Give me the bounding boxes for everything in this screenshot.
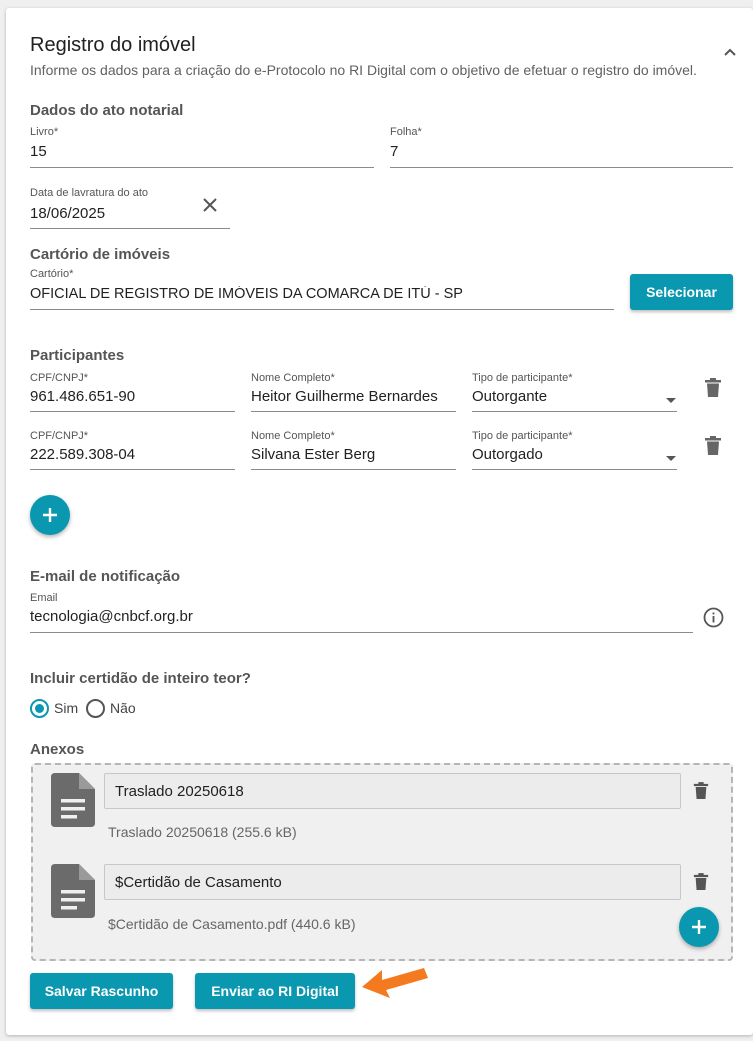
page-title: Registro do imóvel xyxy=(30,34,196,56)
cartorio-field[interactable]: Cartório* OFICIAL DE REGISTRO DE IMÓVEIS… xyxy=(30,268,614,310)
anexos-dropzone[interactable]: Traslado 20250618 Traslado 20250618 (255… xyxy=(31,763,733,961)
email-underline xyxy=(30,632,693,633)
delete-icon[interactable] xyxy=(693,782,709,800)
document-icon xyxy=(51,864,95,918)
name-value: Heitor Guilherme Bernardes xyxy=(251,388,438,405)
livro-label: Livro* xyxy=(30,126,59,138)
attachment-1-file: Traslado 20250618 (255.6 kB) xyxy=(108,824,297,840)
name-underline xyxy=(251,411,456,412)
cartorio-label: Cartório* xyxy=(30,268,74,280)
radio-nao[interactable] xyxy=(86,699,105,718)
participant-1-name-field[interactable]: Nome Completo* Heitor Guilherme Bernarde… xyxy=(251,372,456,412)
email-value: tecnologia@cnbcf.org.br xyxy=(30,608,193,625)
radio-sim-label: Sim xyxy=(54,700,79,716)
certidao-question: Incluir certidão de inteiro teor? xyxy=(30,670,251,687)
cartorio-underline xyxy=(30,309,614,310)
attachment-2-name-input[interactable]: $Certidão de Casamento xyxy=(104,864,681,900)
cartorio-value: OFICIAL DE REGISTRO DE IMÓVEIS DA COMARC… xyxy=(30,286,463,302)
delete-icon[interactable] xyxy=(704,436,722,456)
chevron-up-icon[interactable] xyxy=(720,42,740,62)
participant-2-type-select[interactable]: Tipo de participante* Outorgado xyxy=(472,430,677,470)
delete-icon[interactable] xyxy=(704,378,722,398)
name-underline xyxy=(251,469,456,470)
name-label: Nome Completo* xyxy=(251,430,335,442)
name-label: Nome Completo* xyxy=(251,372,335,384)
dropdown-arrow-icon xyxy=(665,392,677,403)
radio-nao-label: Não xyxy=(110,700,136,716)
folha-field[interactable]: Folha* 7 xyxy=(390,126,733,168)
participant-2-name-field[interactable]: Nome Completo* Silvana Ester Berg xyxy=(251,430,456,470)
cpf-underline xyxy=(30,469,235,470)
attachment-2-file: $Certidão de Casamento.pdf (440.6 kB) xyxy=(108,916,356,932)
data-lavratura-field[interactable]: Data de lavratura do ato 18/06/2025 xyxy=(30,187,230,229)
type-label: Tipo de participante* xyxy=(472,372,573,384)
data-lavratura-underline xyxy=(30,228,230,229)
add-icon xyxy=(692,920,706,934)
salvar-rascunho-button[interactable]: Salvar Rascunho xyxy=(30,973,173,1009)
cpf-value: 222.589.308-04 xyxy=(30,446,136,463)
participant-2-cpf-field[interactable]: CPF/CNPJ* 222.589.308-04 xyxy=(30,430,235,470)
page-subtitle: Informe os dados para a criação do e-Pro… xyxy=(30,62,697,78)
registro-card: Registro do imóvel Informe os dados para… xyxy=(6,8,753,1035)
participant-1-cpf-field[interactable]: CPF/CNPJ* 961.486.651-90 xyxy=(30,372,235,412)
folha-label: Folha* xyxy=(390,126,422,138)
type-underline xyxy=(472,469,677,470)
cpf-label: CPF/CNPJ* xyxy=(30,372,89,384)
type-label: Tipo de participante* xyxy=(472,430,573,442)
section-dados-ato: Dados do ato notarial xyxy=(30,102,184,119)
dropdown-arrow-icon xyxy=(665,450,677,461)
type-value: Outorgado xyxy=(472,446,543,463)
type-value: Outorgante xyxy=(472,388,548,405)
add-participant-button[interactable] xyxy=(30,495,70,535)
livro-underline xyxy=(30,167,374,168)
data-lavratura-label: Data de lavratura do ato xyxy=(30,187,149,199)
add-attachment-button[interactable] xyxy=(679,907,719,947)
selecionar-button[interactable]: Selecionar xyxy=(630,274,733,310)
arrow-annotation-icon xyxy=(358,964,430,1000)
participant-1-type-select[interactable]: Tipo de participante* Outorgante xyxy=(472,372,677,412)
folha-underline xyxy=(390,167,733,168)
section-participantes: Participantes xyxy=(30,347,125,364)
section-anexos: Anexos xyxy=(30,741,85,758)
radio-sim[interactable] xyxy=(30,699,49,718)
name-value: Silvana Ester Berg xyxy=(251,446,376,463)
type-underline xyxy=(472,411,677,412)
email-label: Email xyxy=(30,592,58,604)
document-icon xyxy=(51,773,95,827)
info-icon[interactable] xyxy=(703,607,724,628)
enviar-ri-digital-button[interactable]: Enviar ao RI Digital xyxy=(195,973,355,1009)
livro-field[interactable]: Livro* 15 xyxy=(30,126,374,168)
cpf-label: CPF/CNPJ* xyxy=(30,430,89,442)
attachment-1-name-input[interactable]: Traslado 20250618 xyxy=(104,773,681,809)
cpf-value: 961.486.651-90 xyxy=(30,388,136,405)
data-lavratura-value: 18/06/2025 xyxy=(30,205,106,222)
certidao-radio-group: Sim Não xyxy=(30,697,138,721)
section-cartorio: Cartório de imóveis xyxy=(30,246,171,263)
livro-value: 15 xyxy=(30,143,47,160)
clear-icon[interactable] xyxy=(202,197,218,213)
delete-icon[interactable] xyxy=(693,873,709,891)
add-icon xyxy=(43,508,57,522)
email-field[interactable]: Email tecnologia@cnbcf.org.br xyxy=(30,592,693,633)
cpf-underline xyxy=(30,411,235,412)
section-email: E-mail de notificação xyxy=(30,568,181,585)
folha-value: 7 xyxy=(390,143,399,160)
